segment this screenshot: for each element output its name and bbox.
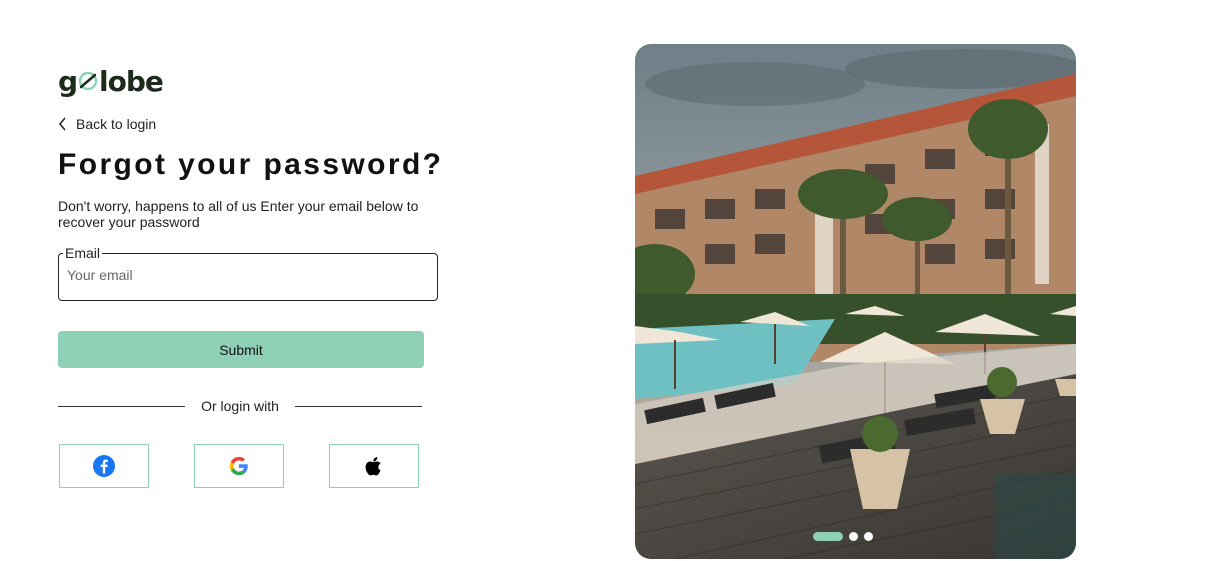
carousel-dot[interactable] bbox=[849, 532, 858, 541]
logo-text-left: g bbox=[58, 64, 78, 98]
carousel-dot-active[interactable] bbox=[813, 532, 843, 541]
plane-logo-icon bbox=[78, 71, 98, 91]
logo-text-right: lobe bbox=[99, 64, 164, 98]
carousel-indicators bbox=[813, 532, 873, 541]
facebook-icon bbox=[93, 455, 115, 477]
chevron-left-icon bbox=[59, 117, 66, 131]
or-login-divider: Or login with bbox=[58, 396, 422, 416]
carousel-dot[interactable] bbox=[864, 532, 873, 541]
page-title: Forgot your password? bbox=[58, 148, 444, 181]
email-field-label: Email bbox=[63, 245, 103, 261]
back-to-login-link[interactable]: Back to login bbox=[58, 116, 156, 132]
back-link-label: Back to login bbox=[76, 116, 157, 132]
resort-pool-photo bbox=[635, 44, 1076, 559]
email-field: Email bbox=[58, 245, 438, 301]
submit-button[interactable]: Submit bbox=[58, 331, 424, 368]
golobe-logo: g lobe bbox=[58, 62, 164, 100]
apple-icon bbox=[365, 457, 381, 476]
page-subtitle: Don't worry, happens to all of us Enter … bbox=[58, 198, 419, 230]
apple-login-button[interactable] bbox=[329, 444, 419, 488]
email-input[interactable] bbox=[65, 266, 429, 284]
google-login-button[interactable] bbox=[194, 444, 284, 488]
google-icon bbox=[229, 456, 248, 476]
facebook-login-button[interactable] bbox=[59, 444, 149, 488]
divider-line-right bbox=[295, 406, 422, 407]
